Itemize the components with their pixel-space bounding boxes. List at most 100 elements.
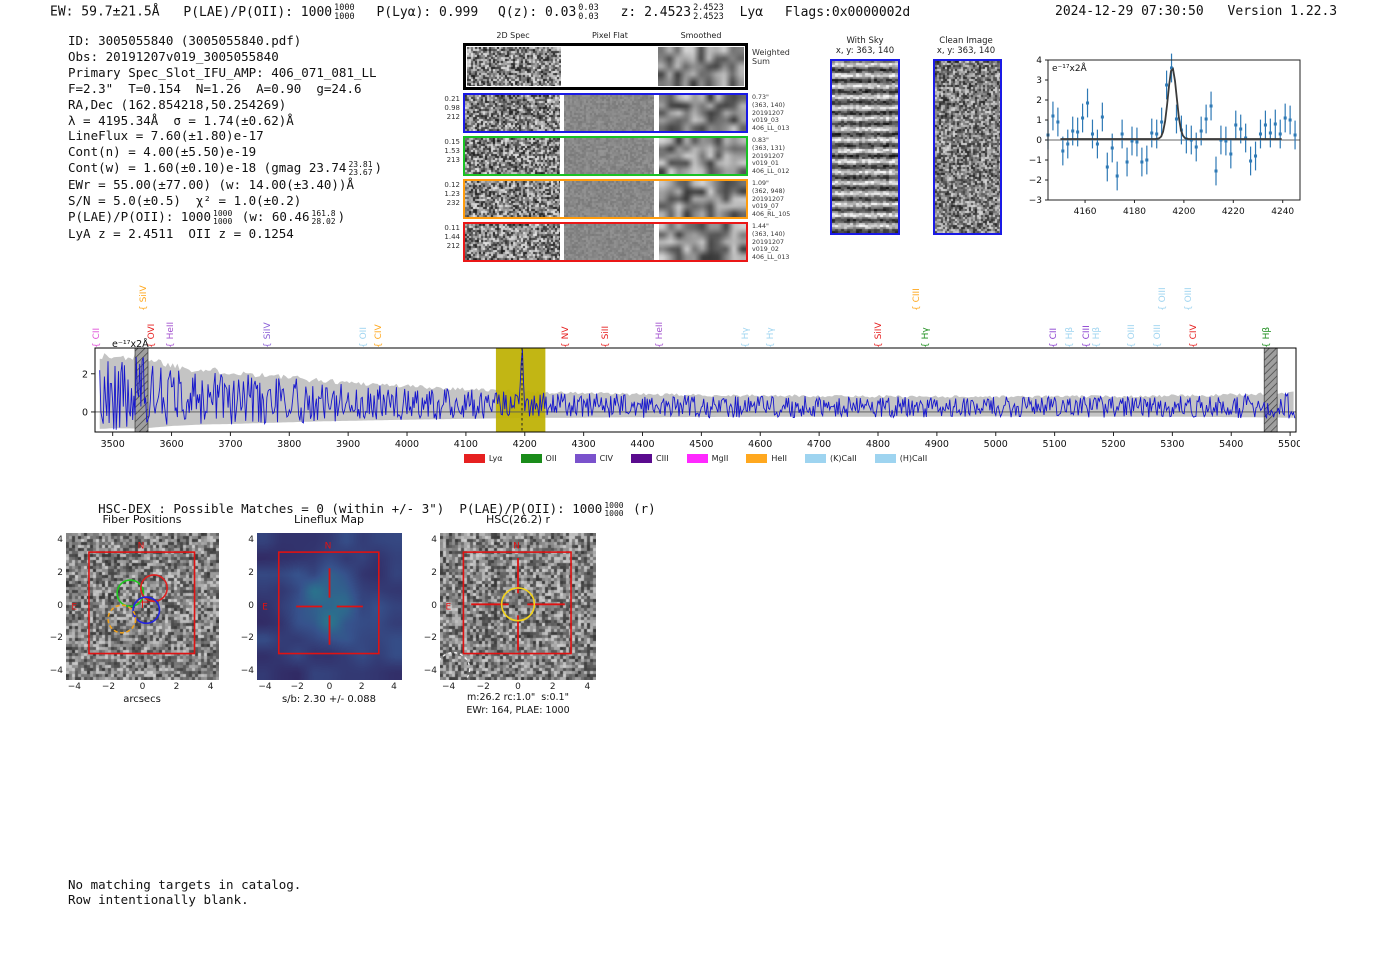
cutout-y-tick-label: 0 <box>431 600 437 611</box>
report-date: 2024-12-29 07:30:50 <box>1055 4 1204 19</box>
legend-label: OII <box>545 454 557 463</box>
fiber-pixelflat-image <box>564 181 654 217</box>
legend-swatch <box>463 454 485 463</box>
spec2d-row-right-labels: 1.44" (363, 140) 20191207 v019_02 406_LL_013 <box>752 223 790 262</box>
svg-text:E: E <box>262 603 268 613</box>
svg-text:2: 2 <box>82 369 88 380</box>
svg-text:N: N <box>138 541 145 551</box>
spec2d-row-left-labels: 0.21 0.98 212 <box>444 95 460 121</box>
cutout-x-tick-label: −4 <box>67 682 82 692</box>
info-plae: P(LAE)/P(OII): 1000 1000 1000 (w: 60.46 161… <box>68 209 346 227</box>
with-sky-title: With Sky <box>846 36 884 46</box>
svg-text:4220: 4220 <box>1222 207 1245 217</box>
legend-label: (K)CaII <box>830 454 857 463</box>
legend-label: MgII <box>711 454 729 463</box>
fiber-smoothed-image <box>659 138 746 174</box>
lineflux-map-caption: s/b: 2.30 +/- 0.088 <box>281 694 377 705</box>
hsc-r-title: HSC(26.2) r <box>485 513 551 526</box>
spec2d-row-left-labels: 0.15 1.53 213 <box>444 138 460 164</box>
spec2d-row <box>463 93 748 133</box>
classification-label: Lyα <box>739 4 764 20</box>
svg-text:e⁻¹⁷x2Å: e⁻¹⁷x2Å <box>1052 62 1088 74</box>
z-value: z: 2.4523 <box>620 4 692 20</box>
flags-value: Flags:0x0000002d <box>784 4 911 20</box>
info-ewr: EWr = 55.00(±77.00) (w: 14.00(±3.40))Å <box>68 177 354 193</box>
plae-range: 1000 1000 <box>334 3 355 22</box>
spec2d-fiber-rows: 0.21 0.98 212 0.73" (363, 140) 20191207 v019_0… <box>440 30 805 265</box>
spec2d-row-right-labels: 0.83" (363, 131) 20191207 v019_01 406_LL_012 <box>752 137 790 176</box>
svg-text:−3: −3 <box>1029 196 1042 206</box>
legend-swatch <box>574 454 596 463</box>
legend-item: MgII <box>686 454 729 463</box>
cutout-x-tick-label: 0 <box>139 682 146 692</box>
spectrum-legend: Lyα OII CIV CIII MgII HeII (K)CaII (H)CaII <box>95 448 1296 467</box>
legend-swatch <box>805 454 827 463</box>
cutout-y-tick-label: 2 <box>248 567 254 578</box>
fiber-pixelflat-image <box>564 138 654 174</box>
line-fit-chart: −3 −2 −1 0 1 2 3 4 4160 4180 4200 4220 4240 e⁻¹⁷x2Å <box>1029 53 1301 217</box>
hsc-caption-line2: EWr: 164, PLAE: 1000 <box>466 705 570 716</box>
lineflux-map-overlay: NE <box>262 541 380 655</box>
info-primary-amp: Primary Spec_Slot_IFU_AMP: 406_071_081_L… <box>68 64 377 80</box>
cutout-y-tick-label: 0 <box>57 600 63 611</box>
cutout-x-tick-label: −2 <box>290 682 304 692</box>
info-wavelength: λ = 4195.34Å σ = 1.74(±0.62)Å <box>68 112 294 128</box>
with-sky-coords: x, y: 363, 140 <box>835 46 895 56</box>
cutout-y-tick-label: −4 <box>240 665 254 676</box>
svg-text:4180: 4180 <box>1123 207 1146 217</box>
svg-text:N: N <box>325 541 332 551</box>
spec2d-row-left-labels: 0.11 1.44 212 <box>444 224 460 250</box>
legend-swatch <box>630 454 652 463</box>
cutout-x-tick-label: 2 <box>549 682 556 692</box>
legend-label: HeII <box>771 454 788 463</box>
info-radec: RA,Dec (162.854218,50.254269) <box>68 96 287 112</box>
svg-text:0: 0 <box>82 407 88 418</box>
plya-value: P(Lyα): 0.999 <box>376 4 479 20</box>
svg-text:4200: 4200 <box>1172 207 1195 217</box>
cutout-y-tick-label: −2 <box>49 633 63 644</box>
cutout-x-tick-label: −2 <box>101 682 116 692</box>
spec2d-row-right-labels: 1.09" (362, 948) 20191207 v019_07 406_RL_105 <box>752 180 791 219</box>
fiber-2dspec-image <box>465 181 560 217</box>
info-id: ID: 3005055840 (3005055840.pdf) <box>68 33 302 48</box>
fiber-positions-title: Fiber Positions <box>102 513 182 526</box>
emission-line-label: { OIII <box>1184 287 1195 311</box>
clean-image-panel <box>933 59 1002 235</box>
legend-swatch <box>520 454 542 463</box>
legend-label: (H)CaII <box>899 454 928 463</box>
qz-value: Q(z): 0.03 <box>498 4 577 20</box>
fiber-positions-overlay: NE <box>71 541 196 655</box>
clean-image <box>935 61 1000 233</box>
legend-swatch <box>686 454 708 463</box>
info-sn-chi2: S/N = 5.0(±0.5) χ² = 1.0(±0.2) <box>68 193 302 209</box>
z-range: 2.4523 2.4523 <box>693 3 724 22</box>
fiber-2dspec-image <box>465 95 560 131</box>
catalog-note-line2: Row intentionally blank. <box>68 892 249 907</box>
qz-range: 0.03 0.03 <box>578 3 599 22</box>
legend-label: CIII <box>655 454 669 463</box>
cutout-x-tick-label: 4 <box>207 682 214 692</box>
spec2d-row-left-labels: 0.12 1.23 232 <box>444 181 460 207</box>
fiber-2dspec-image <box>465 138 560 174</box>
cutout-x-tick-label: −2 <box>476 682 490 692</box>
cutout-y-tick-label: 0 <box>248 600 254 611</box>
spec2d-row-right-labels: 0.73" (363, 140) 20191207 v019_03 406_LL_013 <box>752 94 790 133</box>
svg-text:4160: 4160 <box>1074 207 1097 217</box>
spec2d-row <box>463 136 748 176</box>
cutout-x-tick-label: 0 <box>515 682 521 692</box>
header-datetime: 2024-12-29 07:30:50 Version 1.22.3 <box>1055 4 1337 19</box>
info-lineflux: LineFlux = 7.60(±1.80)e-17 <box>68 128 264 144</box>
legend-item: CIII <box>630 454 669 463</box>
ew-value: EW: 59.7±21.5Å <box>50 4 160 20</box>
fiber-smoothed-image <box>659 95 746 131</box>
cutout-x-tick-label: −4 <box>441 682 456 692</box>
cutout-x-tick-label: 0 <box>326 682 333 692</box>
svg-text:E: E <box>71 603 77 613</box>
spec2d-row <box>463 179 748 219</box>
emission-line-label: { SiIV <box>138 285 149 311</box>
info-redshifts: LyA z = 2.4511 OII z = 0.1254 <box>68 226 294 242</box>
lineflux-map-title: Lineflux Map <box>293 513 365 526</box>
detection-info-block: ID: 3005055840 (3005055840.pdf) Obs: 201… <box>68 33 382 242</box>
fiber-positions-caption: arcsecs <box>123 694 161 705</box>
svg-text:E: E <box>445 603 451 613</box>
